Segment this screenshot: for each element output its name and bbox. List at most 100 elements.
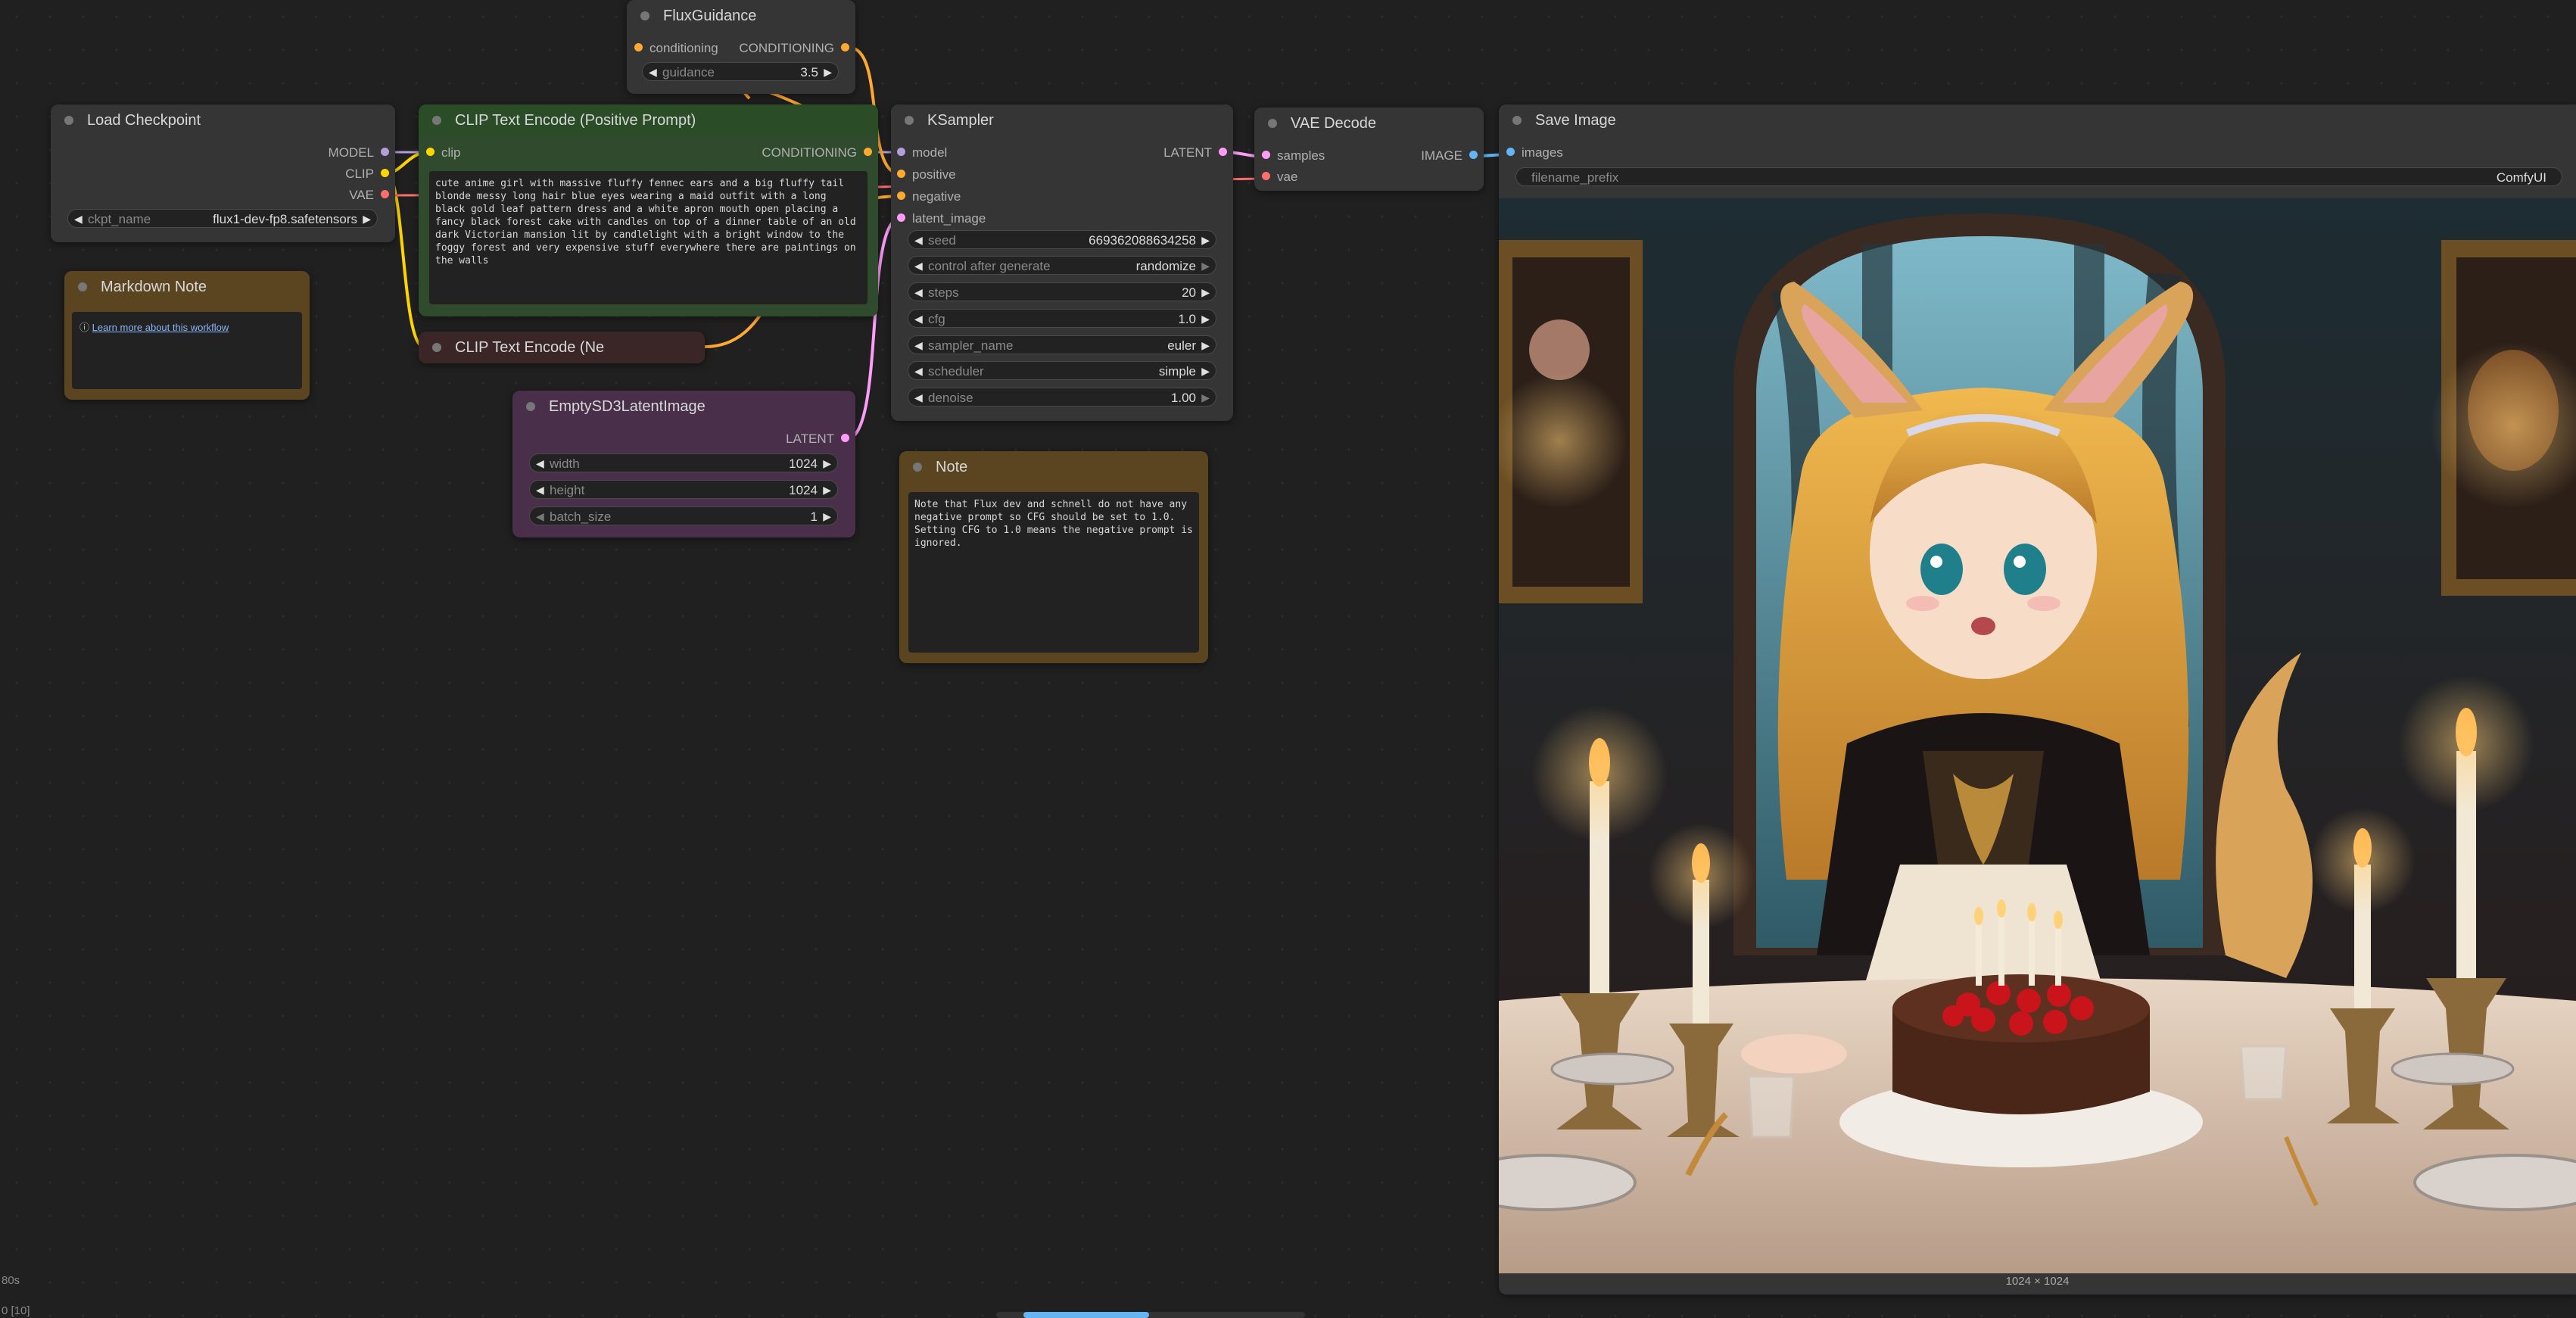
output-image-preview[interactable] bbox=[1499, 198, 2576, 1273]
guidance-widget[interactable]: ◀ guidance 3.5 ▶ bbox=[642, 62, 839, 81]
decrement-arrow-icon[interactable]: ◀ bbox=[914, 362, 923, 381]
seed-widget[interactable]: ◀ seed 669362088634258 ▶ bbox=[908, 230, 1216, 249]
empty-latent-node[interactable]: EmptySD3LatentImage LATENT ◀ width 1024 … bbox=[512, 391, 855, 537]
collapse-dot[interactable] bbox=[64, 116, 73, 125]
increment-arrow-icon[interactable]: ▶ bbox=[1201, 388, 1210, 407]
increment-arrow-icon[interactable]: ▶ bbox=[824, 63, 832, 82]
collapse-dot[interactable] bbox=[432, 116, 441, 125]
clip-negative-node[interactable]: CLIP Text Encode (Ne bbox=[419, 332, 705, 363]
output-latent[interactable]: LATENT bbox=[786, 432, 849, 447]
node-title[interactable]: KSampler bbox=[891, 104, 1233, 136]
clip-positive-node[interactable]: CLIP Text Encode (Positive Prompt) clip … bbox=[419, 104, 878, 316]
output-conditioning[interactable]: CONDITIONING bbox=[739, 41, 849, 56]
sampler-name-widget[interactable]: ◀ sampler_name euler ▶ bbox=[908, 335, 1216, 354]
increment-arrow-icon[interactable]: ▶ bbox=[1201, 231, 1210, 250]
increment-arrow-icon[interactable]: ▶ bbox=[823, 507, 831, 526]
markdown-note-node[interactable]: Markdown Note ⓘ Learn more about this wo… bbox=[64, 271, 310, 400]
collapse-dot[interactable] bbox=[640, 11, 649, 20]
input-negative[interactable]: negative bbox=[897, 189, 961, 204]
prompt-textarea[interactable]: cute anime girl with massive fluffy fenn… bbox=[429, 171, 867, 304]
input-clip[interactable]: clip bbox=[426, 145, 461, 160]
increment-arrow-icon[interactable]: ▶ bbox=[1201, 283, 1210, 302]
node-title-text: EmptySD3LatentImage bbox=[549, 398, 706, 415]
output-clip[interactable]: CLIP bbox=[345, 167, 389, 182]
execution-time: 80s bbox=[2, 1274, 20, 1287]
node-title[interactable]: Load Checkpoint bbox=[51, 104, 395, 136]
increment-arrow-icon[interactable]: ▶ bbox=[363, 210, 371, 229]
input-vae[interactable]: vae bbox=[1262, 170, 1297, 185]
increment-arrow-icon[interactable]: ▶ bbox=[823, 481, 831, 500]
increment-arrow-icon[interactable]: ▶ bbox=[823, 454, 831, 473]
height-widget[interactable]: ◀ height 1024 ▶ bbox=[529, 480, 838, 499]
note-node[interactable]: Note Note that Flux dev and schnell do n… bbox=[899, 451, 1208, 663]
decrement-arrow-icon[interactable]: ◀ bbox=[914, 388, 923, 407]
collapse-dot[interactable] bbox=[78, 282, 87, 291]
slot-label: VAE bbox=[349, 188, 374, 202]
output-conditioning[interactable]: CONDITIONING bbox=[762, 145, 872, 160]
decrement-arrow-icon[interactable]: ◀ bbox=[536, 507, 544, 526]
output-model[interactable]: MODEL bbox=[329, 145, 389, 160]
learn-more-link[interactable]: Learn more about this workflow bbox=[92, 322, 229, 333]
width-widget[interactable]: ◀ width 1024 ▶ bbox=[529, 453, 838, 472]
node-title[interactable]: CLIP Text Encode (Ne bbox=[419, 332, 705, 363]
batch-size-widget[interactable]: ◀ batch_size 1 ▶ bbox=[529, 506, 838, 525]
collapse-dot[interactable] bbox=[526, 402, 535, 411]
generated-image bbox=[1499, 198, 2576, 1273]
increment-arrow-icon[interactable]: ▶ bbox=[1201, 336, 1210, 355]
progress-bar bbox=[1023, 1312, 1149, 1318]
control-after-generate-widget[interactable]: ◀ control after generate randomize ▶ bbox=[908, 256, 1216, 275]
load-checkpoint-node[interactable]: Load Checkpoint MODEL CLIP VAE ◀ ckpt_na… bbox=[51, 104, 395, 242]
increment-arrow-icon[interactable]: ▶ bbox=[1201, 362, 1210, 381]
steps-widget[interactable]: ◀ steps 20 ▶ bbox=[908, 282, 1216, 301]
node-title[interactable]: Markdown Note bbox=[64, 271, 310, 303]
decrement-arrow-icon[interactable]: ◀ bbox=[914, 283, 923, 302]
ksampler-node[interactable]: KSampler model positive negative latent_… bbox=[891, 104, 1233, 421]
node-title[interactable]: CLIP Text Encode (Positive Prompt) bbox=[419, 104, 878, 136]
collapse-dot[interactable] bbox=[432, 343, 441, 352]
save-image-node[interactable]: Save Image images filename_prefix ComfyU… bbox=[1499, 104, 2576, 1295]
denoise-widget[interactable]: ◀ denoise 1.00 ▶ bbox=[908, 388, 1216, 407]
bottom-toolbar[interactable] bbox=[996, 1312, 1305, 1318]
input-samples[interactable]: samples bbox=[1262, 148, 1325, 164]
decrement-arrow-icon[interactable]: ◀ bbox=[536, 454, 544, 473]
widget-label: guidance bbox=[662, 65, 715, 79]
increment-arrow-icon[interactable]: ▶ bbox=[1201, 310, 1210, 329]
vae-decode-node[interactable]: VAE Decode samples vae IMAGE bbox=[1254, 107, 1484, 191]
slot-label: clip bbox=[441, 145, 461, 160]
output-latent[interactable]: LATENT bbox=[1163, 145, 1227, 160]
filename-prefix-widget[interactable]: filename_prefix ComfyUI bbox=[1515, 167, 2562, 186]
flux-guidance-node[interactable]: FluxGuidance conditioning CONDITIONING ◀… bbox=[627, 0, 855, 94]
node-title[interactable]: Save Image bbox=[1499, 104, 2576, 136]
slot-label: negative bbox=[912, 189, 961, 204]
input-conditioning[interactable]: conditioning bbox=[634, 41, 718, 56]
widget-value: 1.00 bbox=[1170, 391, 1196, 405]
increment-arrow-icon[interactable]: ▶ bbox=[1201, 257, 1210, 276]
collapse-dot[interactable] bbox=[1268, 119, 1277, 128]
decrement-arrow-icon[interactable]: ◀ bbox=[914, 310, 923, 329]
collapse-dot[interactable] bbox=[913, 463, 922, 472]
node-title-text: KSampler bbox=[927, 112, 994, 129]
ckpt-name-widget[interactable]: ◀ ckpt_name flux1-dev-fp8.safetensors ▶ bbox=[67, 209, 378, 228]
output-image[interactable]: IMAGE bbox=[1421, 148, 1478, 164]
decrement-arrow-icon[interactable]: ◀ bbox=[74, 210, 83, 229]
scheduler-widget[interactable]: ◀ scheduler simple ▶ bbox=[908, 361, 1216, 380]
cfg-widget[interactable]: ◀ cfg 1.0 ▶ bbox=[908, 309, 1216, 328]
decrement-arrow-icon[interactable]: ◀ bbox=[536, 481, 544, 500]
input-model[interactable]: model bbox=[897, 145, 947, 160]
decrement-arrow-icon[interactable]: ◀ bbox=[914, 336, 923, 355]
collapse-dot[interactable] bbox=[905, 116, 914, 125]
decrement-arrow-icon[interactable]: ◀ bbox=[649, 63, 657, 82]
node-title[interactable]: VAE Decode bbox=[1254, 107, 1484, 139]
note-textarea[interactable]: Note that Flux dev and schnell do not ha… bbox=[908, 492, 1199, 653]
decrement-arrow-icon[interactable]: ◀ bbox=[914, 231, 923, 250]
node-title[interactable]: EmptySD3LatentImage bbox=[512, 391, 855, 422]
node-title[interactable]: FluxGuidance bbox=[627, 0, 855, 32]
node-title[interactable]: Note bbox=[899, 451, 1208, 483]
input-positive[interactable]: positive bbox=[897, 167, 956, 182]
input-images[interactable]: images bbox=[1506, 145, 1563, 160]
decrement-arrow-icon[interactable]: ◀ bbox=[914, 257, 923, 276]
widget-value: simple bbox=[1158, 364, 1196, 379]
collapse-dot[interactable] bbox=[1512, 116, 1522, 125]
input-latent-image[interactable]: latent_image bbox=[897, 211, 986, 226]
output-vae[interactable]: VAE bbox=[349, 188, 389, 203]
